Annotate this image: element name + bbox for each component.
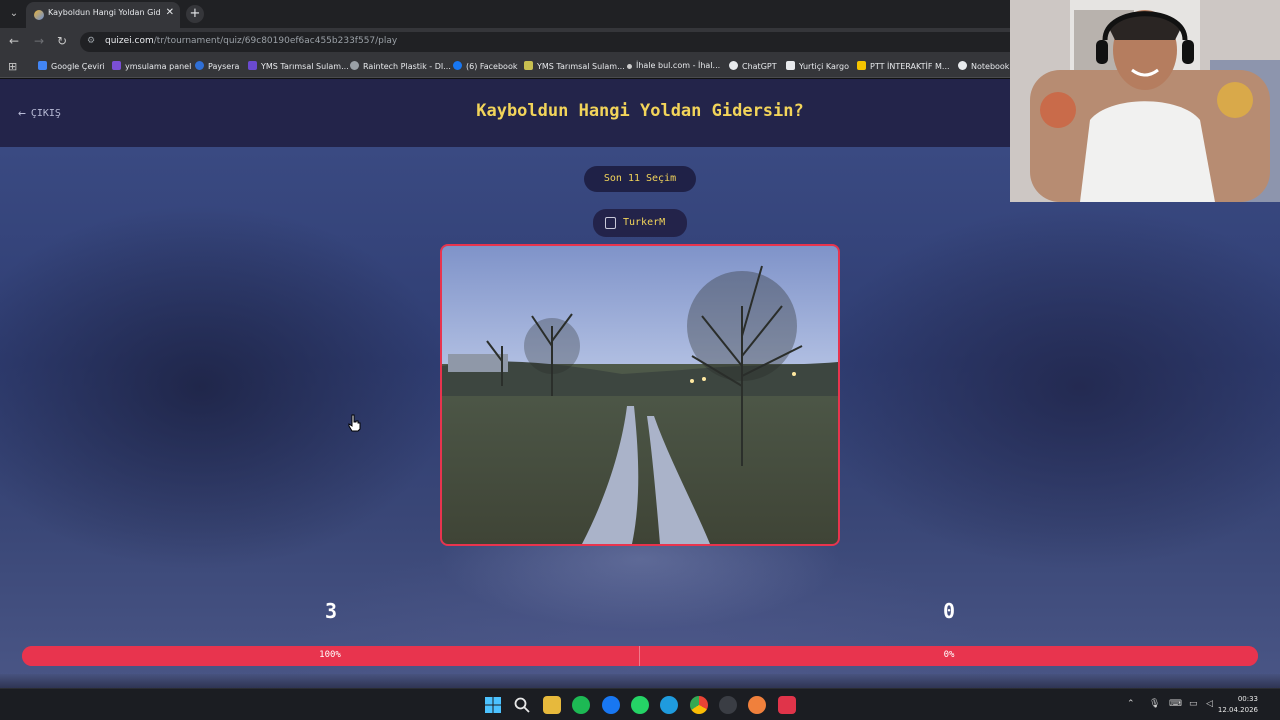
ptt-icon [857,61,866,70]
translate-icon [38,61,47,70]
bookmark-ptt[interactable]: PTT İNTERAKTİF M... [857,61,950,73]
system-clock[interactable]: 00:33 12.04.2026 [1218,694,1258,716]
notebook-icon [958,61,967,70]
paysera-icon [195,61,204,70]
chatgpt-icon [729,61,738,70]
kargo-icon [786,61,795,70]
bookmark-paysera[interactable]: Paysera [195,61,239,73]
windows-start-icon[interactable] [484,696,502,714]
yms-icon [248,61,257,70]
tab-close-icon[interactable]: ✕ [166,7,174,18]
taskbar: ⌃ 🎙 ⌨ ▭ ◁ 00:33 12.04.2026 [0,688,1280,720]
vote-progress-bar: 100% 0% [22,646,1258,666]
back-icon[interactable]: ← [9,34,19,48]
user-badge: TurkerM [593,209,687,237]
yms-icon [524,61,533,70]
url-host: quizei.com [105,36,154,46]
dirt-road-photo [442,246,838,544]
bookmark-facebook[interactable]: (6) Facebook [453,61,517,73]
url-text: quizei.com/tr/tournament/quiz/69c80190ef… [105,36,397,46]
tab-search-icon[interactable]: ⌄ [6,6,22,22]
exit-label: ÇIKIŞ [30,108,61,119]
quiz-title: Kayboldun Hangi Yoldan Gidersin? [476,101,804,121]
obs-icon[interactable] [719,696,737,714]
apps-grid-icon[interactable]: ⊞ [8,61,20,73]
new-tab-button[interactable]: + [186,5,204,23]
facebook-icon [453,61,462,70]
user-card-icon [605,217,616,229]
site-info-icon[interactable]: ⚙ [87,36,99,48]
bookmark-yurtici[interactable]: Yurtiçi Kargo [786,61,849,73]
bookmark-yms-1[interactable]: YMS Tarımsal Sulam... [248,61,349,73]
panel-icon [112,61,121,70]
right-percent: 0% [943,650,955,660]
network-icon[interactable]: ▭ [1189,699,1198,709]
file-explorer-icon[interactable] [543,696,561,714]
choice-image-card[interactable] [440,244,840,546]
username: TurkerM [623,217,666,228]
tab-quiz[interactable]: Kayboldun Hangi Yoldan Gidersin? ✕ [26,2,180,28]
left-percent: 100% [319,650,341,660]
bookmark-notebooklm[interactable]: NotebookL [958,61,1014,73]
exit-button[interactable]: ← ÇIKIŞ [18,106,61,121]
bookmark-yms-2[interactable]: YMS Tarımsal Sulam... [524,61,625,73]
round-badge: Son 11 Seçim [584,166,696,192]
dot-icon [627,64,632,69]
app-red-icon[interactable] [778,696,796,714]
bookmark-google-ceviri[interactable]: Google Çeviri [38,61,105,73]
ubuntu-icon[interactable] [748,696,766,714]
reload-icon[interactable]: ↻ [57,34,67,48]
chrome-icon[interactable] [690,696,708,714]
whatsapp-icon[interactable] [631,696,649,714]
keyboard-icon[interactable]: ⌨ [1169,699,1182,709]
microphone-icon[interactable]: 🎙 [1149,699,1160,709]
tab-favicon-icon [34,10,44,20]
search-icon[interactable] [513,696,531,714]
left-score: 3 [324,599,338,623]
facebook-icon[interactable] [602,696,620,714]
volume-icon[interactable]: ◁ [1206,699,1213,709]
tab-title: Kayboldun Hangi Yoldan Gidersin? [48,8,160,17]
bookmark-raintech[interactable]: Raintech Plastik - DI... [350,61,451,73]
url-path: /tr/tournament/quiz/69c80190ef6ac455b233… [153,36,398,46]
clock-date: 12.04.2026 [1217,706,1258,714]
right-score: 0 [942,599,956,623]
spotify-icon[interactable] [572,696,590,714]
progress-fill [22,646,1258,666]
forward-icon[interactable]: → [34,34,44,48]
bottom-blur-strip [0,674,1280,688]
progress-divider [639,646,640,666]
clock-time: 00:33 [1237,695,1258,703]
webcam-overlay [1010,0,1280,202]
hand-cursor-icon [348,414,361,432]
arrow-left-icon: ← [18,106,26,121]
globe-icon [350,61,359,70]
edge-icon[interactable] [660,696,678,714]
bookmark-ihale[interactable]: İhale bul.com - İhal... [627,61,720,73]
streamer-webcam-image [1010,0,1280,202]
bookmark-ymsulama-panel[interactable]: ymsulama panel [112,61,191,73]
bookmark-chatgpt[interactable]: ChatGPT [729,61,777,73]
tray-chevron-icon[interactable]: ⌃ [1127,699,1135,709]
